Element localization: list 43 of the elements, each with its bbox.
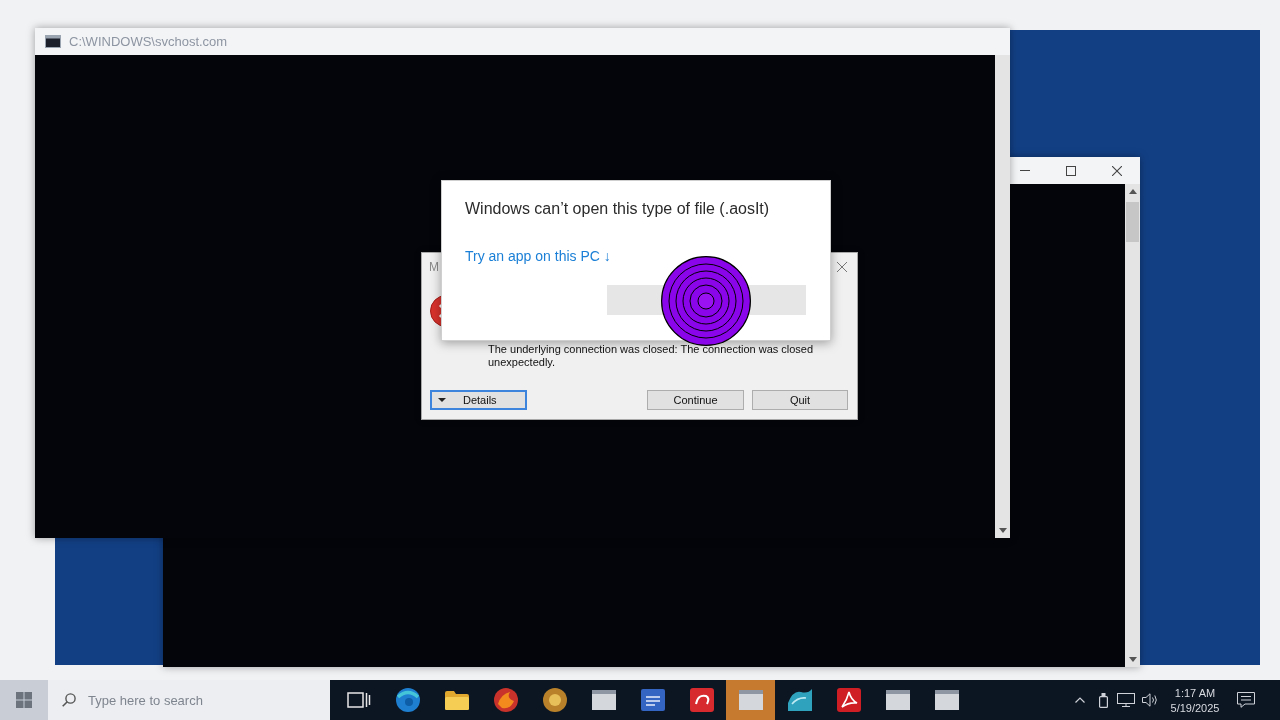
window-title: C:\WINDOWS\svchost.com — [69, 34, 228, 49]
scrollbar[interactable] — [1125, 184, 1140, 667]
tile-icon — [640, 689, 665, 711]
folder-icon — [444, 690, 469, 710]
close-icon[interactable] — [1112, 165, 1122, 176]
chevron-up-icon[interactable] — [1075, 697, 1085, 703]
start-icon — [16, 692, 32, 708]
flame-icon — [493, 688, 518, 712]
window-icon — [885, 690, 910, 710]
console-icon — [45, 35, 61, 48]
scrollbar-thumb[interactable] — [1126, 202, 1139, 242]
globe-icon — [395, 688, 420, 712]
notification-icon[interactable] — [1237, 692, 1255, 708]
caret-down-icon — [438, 398, 446, 402]
start-button[interactable] — [0, 680, 48, 720]
device-icon[interactable] — [1098, 692, 1108, 708]
scroll-up-icon[interactable] — [1128, 189, 1137, 194]
pdf-icon — [836, 688, 861, 712]
window-icon — [934, 690, 959, 710]
network-icon[interactable] — [1117, 693, 1135, 707]
wave-icon — [787, 689, 812, 711]
target-icon — [661, 256, 751, 346]
scroll-down-icon[interactable] — [1128, 657, 1137, 662]
search-icon — [62, 693, 76, 707]
dialog-title: M — [429, 260, 439, 274]
scroll-down-icon[interactable] — [998, 528, 1007, 533]
disc-icon — [542, 688, 567, 712]
scrollbar[interactable] — [995, 55, 1010, 538]
speaker-icon[interactable] — [1142, 693, 1158, 707]
try-app-link[interactable]: Try an app on this PC ↓ — [465, 247, 611, 265]
swirl-icon — [689, 688, 714, 712]
dialog-button[interactable]: Quit — [752, 390, 848, 410]
close-icon[interactable] — [837, 262, 847, 272]
error-message: The underlying connection was closed: The connection was closed unexpectedly. — [488, 343, 815, 369]
dialog-button[interactable]: Continue — [647, 390, 744, 410]
maximize-icon[interactable] — [1066, 165, 1076, 176]
dialog-button[interactable]: Details — [430, 390, 527, 410]
window-icon — [591, 690, 616, 710]
dialog-title: Windows can’t open this type of file (.aosIt) — [465, 199, 770, 219]
search-field[interactable]: Type here to search — [48, 680, 330, 720]
window-icon — [738, 690, 763, 710]
task-view-icon — [346, 692, 371, 708]
clock-button[interactable]: 1:17 AM 5/19/2025 — [1162, 680, 1228, 720]
